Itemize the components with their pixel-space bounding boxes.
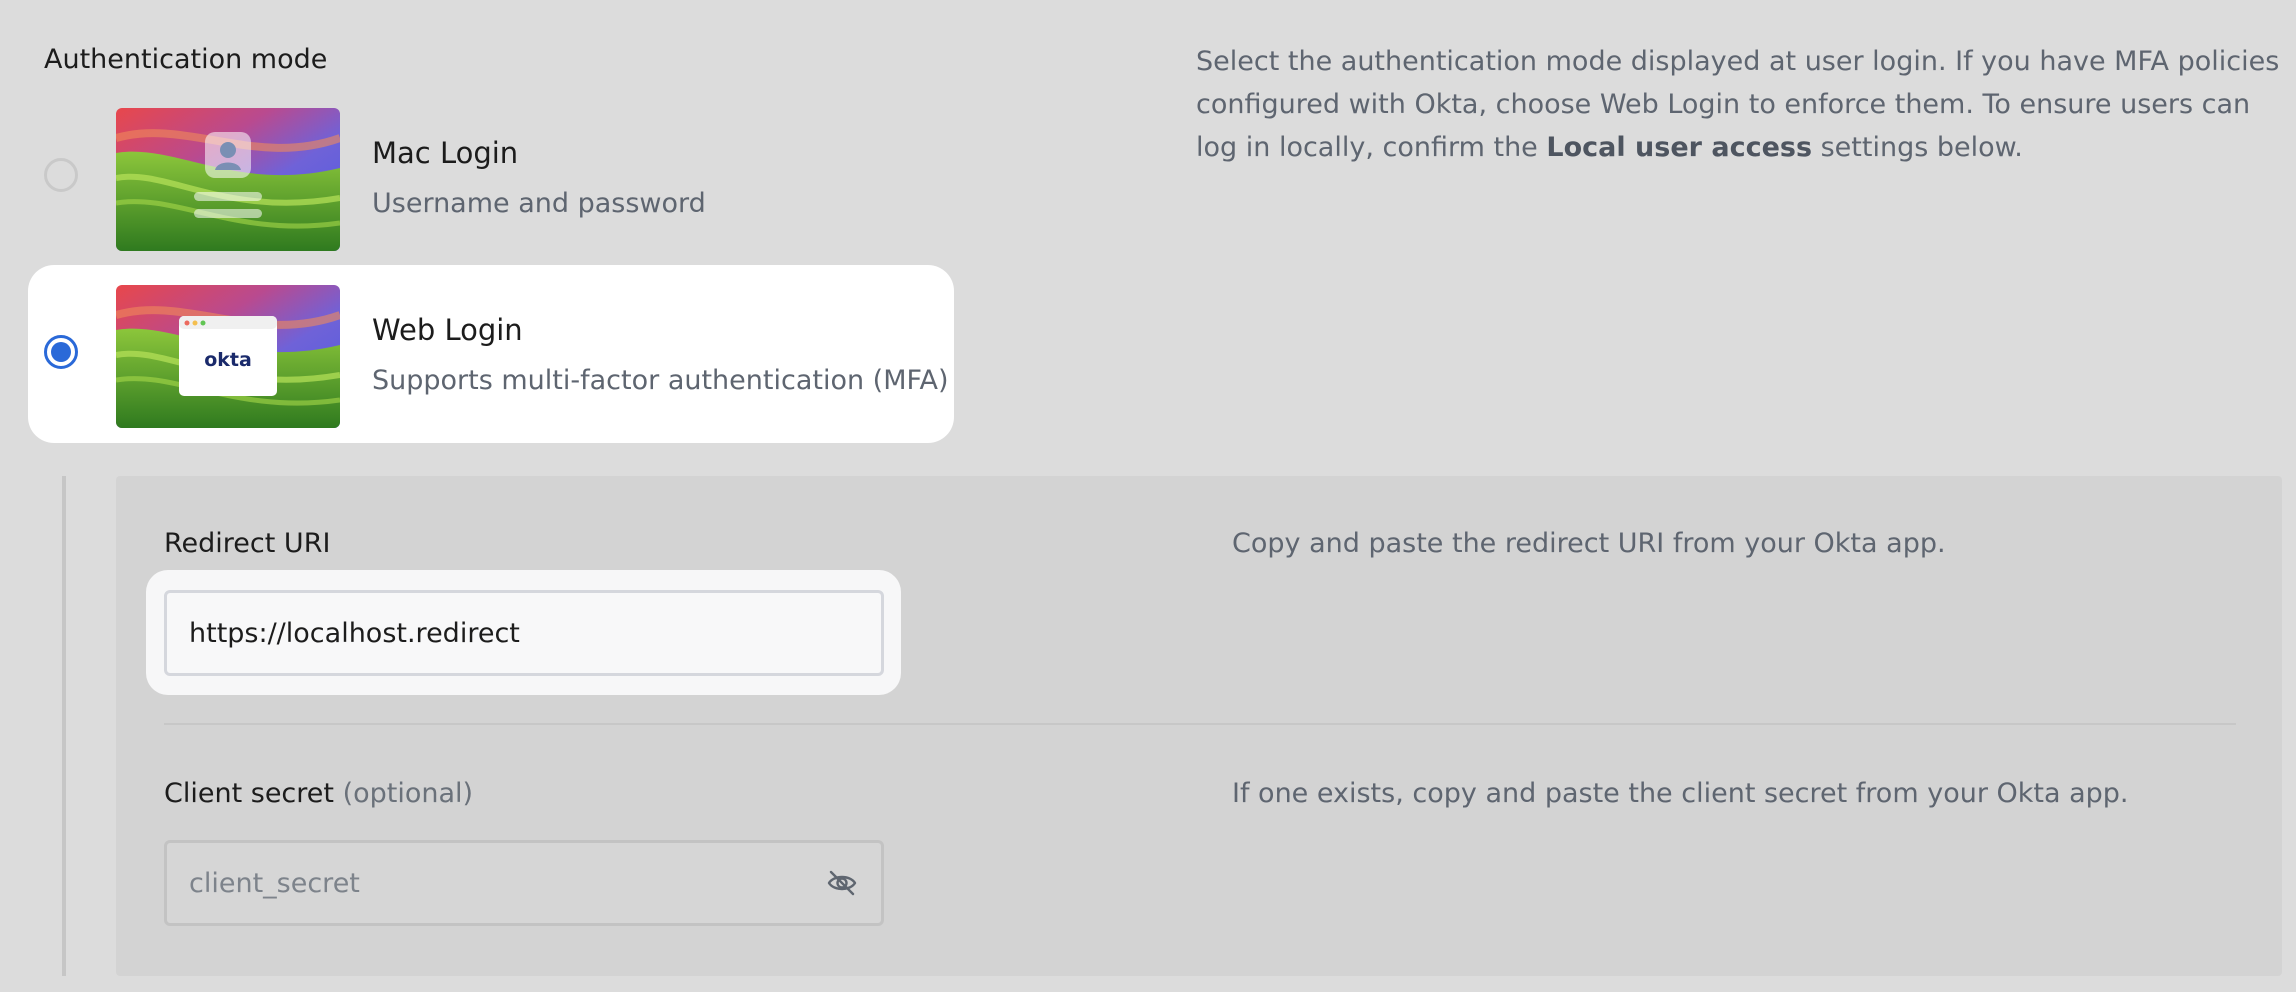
web-login-radio[interactable] (44, 335, 78, 369)
indent-rule (62, 476, 66, 976)
web-login-subtitle: Supports multi-factor authentication (MF… (372, 365, 949, 396)
client-secret-label: Client secret (optional) (164, 778, 473, 809)
mac-login-title: Mac Login (372, 136, 519, 170)
client-secret-label-text: Client secret (164, 778, 334, 809)
client-secret-help: If one exists, copy and paste the client… (1232, 778, 2129, 809)
redirect-uri-help: Copy and paste the redirect URI from you… (1232, 528, 1946, 559)
field-divider (164, 723, 2236, 725)
mac-login-text: Mac Login Username and password (372, 136, 706, 219)
web-login-text: Web Login Supports multi-factor authenti… (372, 313, 949, 396)
mac-login-radio[interactable] (44, 158, 78, 192)
mac-login-option[interactable]: Mac Login Username and password (28, 88, 954, 266)
description-text-end: settings below. (1812, 132, 2023, 163)
mac-login-thumbnail (116, 108, 340, 251)
auth-mode-title: Authentication mode (44, 44, 328, 75)
eye-off-icon[interactable] (826, 868, 858, 898)
auth-mode-description: Select the authentication mode displayed… (1196, 40, 2286, 169)
web-login-title: Web Login (372, 313, 523, 347)
redirect-uri-input[interactable] (164, 590, 884, 676)
client-secret-input[interactable] (164, 840, 884, 926)
local-user-access-emphasis: Local user access (1546, 132, 1813, 163)
mac-login-illustration (116, 108, 340, 251)
web-login-thumbnail: okta (116, 285, 340, 428)
web-login-option[interactable]: okta Web Login Supports multi-factor aut… (28, 265, 954, 443)
mac-login-subtitle: Username and password (372, 188, 706, 219)
redirect-uri-label: Redirect URI (164, 528, 331, 559)
optional-tag: (optional) (342, 778, 474, 809)
okta-logo: okta (204, 349, 252, 371)
